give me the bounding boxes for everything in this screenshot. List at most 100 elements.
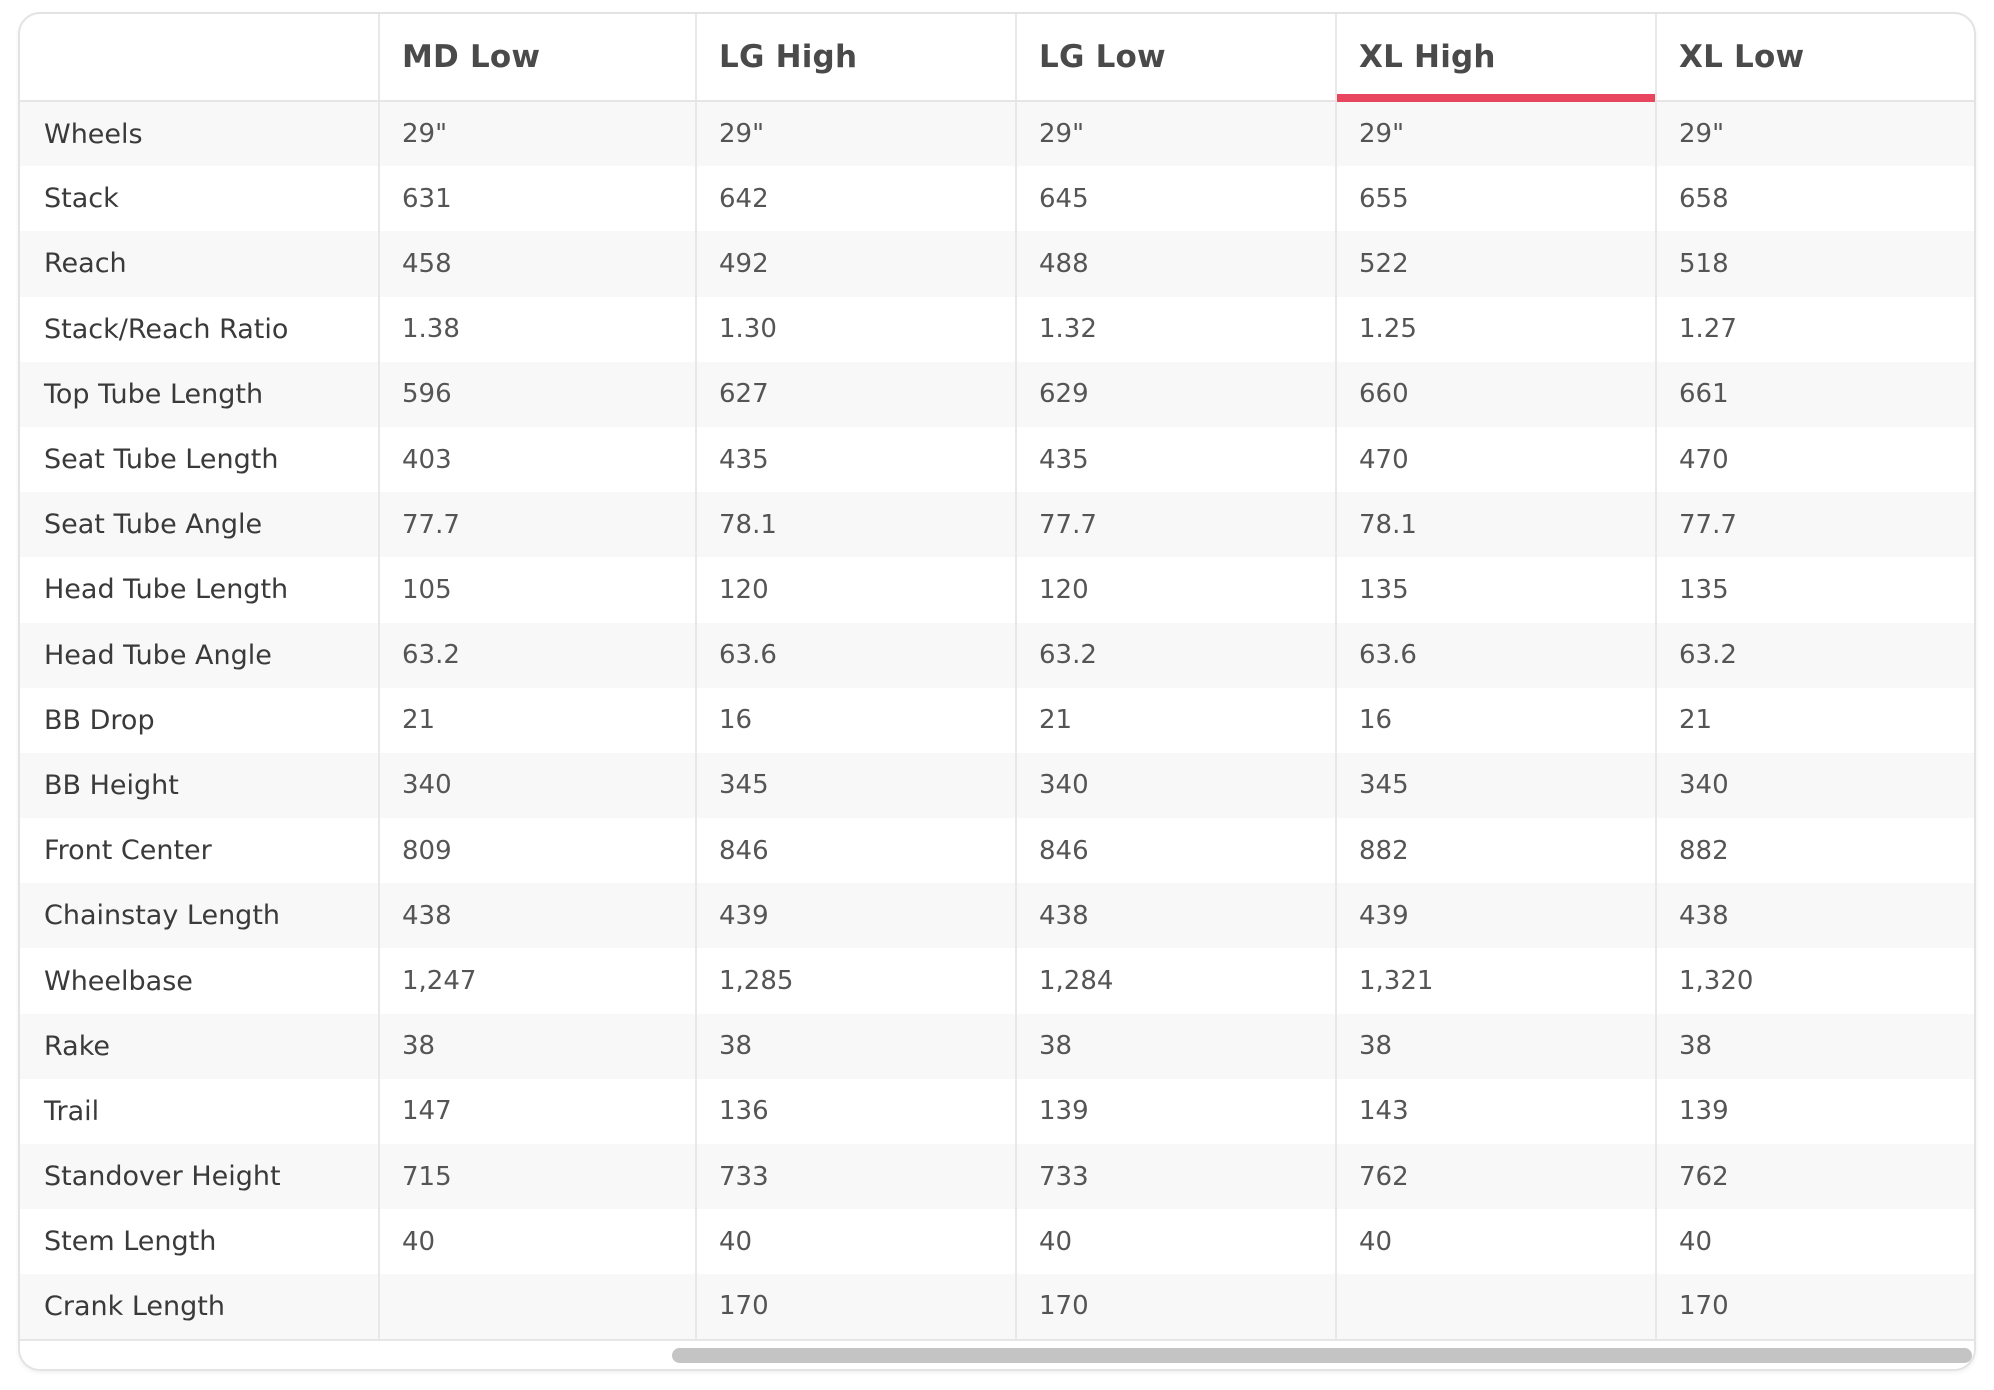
header-cell-corner <box>20 14 379 102</box>
table-cell: 38 <box>1015 1013 1336 1079</box>
table-cell: 403 <box>378 426 696 493</box>
table-cell: 38 <box>1655 1013 1974 1079</box>
table-cell: 345 <box>695 752 1016 819</box>
table-cell: 660 <box>1335 361 1656 427</box>
table-cell: 38 <box>695 1013 1016 1079</box>
table-cell: 882 <box>1335 818 1656 884</box>
table-cell: 488 <box>1015 231 1336 297</box>
table-cell: 1.38 <box>378 296 696 362</box>
row-label: Wheelbase <box>20 948 379 1014</box>
table-cell: 77.7 <box>378 492 696 558</box>
table-cell: 435 <box>695 426 1016 493</box>
table-cell: 340 <box>1655 752 1974 819</box>
table-row: BB Height 340 345 340 345 340 <box>20 752 1974 819</box>
row-label: Top Tube Length <box>20 361 379 427</box>
table-cell: 470 <box>1335 426 1656 493</box>
table-cell: 458 <box>378 231 696 297</box>
table-row: Crank Length 170 170 170 <box>20 1274 1974 1341</box>
table-cell: 762 <box>1335 1144 1656 1210</box>
table-cell: 120 <box>695 557 1016 623</box>
row-label: BB Drop <box>20 687 379 753</box>
table-cell: 135 <box>1335 557 1656 623</box>
table-cell: 1.30 <box>695 296 1016 362</box>
row-label: Stem Length <box>20 1209 379 1275</box>
table-cell: 882 <box>1655 818 1974 884</box>
row-label: Head Tube Length <box>20 557 379 623</box>
row-label: Chainstay Length <box>20 883 379 949</box>
table-cell <box>1335 1274 1656 1341</box>
row-label: Reach <box>20 231 379 297</box>
table-cell: 762 <box>1655 1144 1974 1210</box>
table-cell: 518 <box>1655 231 1974 297</box>
table-cell: 345 <box>1335 752 1656 819</box>
size-tab-md-low[interactable]: MD Low <box>378 14 696 102</box>
table-cell: 435 <box>1015 426 1336 493</box>
table-cell: 439 <box>695 883 1016 949</box>
table-cell: 1.32 <box>1015 296 1336 362</box>
table-cell: 29" <box>1335 101 1656 167</box>
row-label: Head Tube Angle <box>20 622 379 688</box>
table-cell: 438 <box>1655 883 1974 949</box>
table-cell: 147 <box>378 1078 696 1144</box>
table-row: Trail 147 136 139 143 139 <box>20 1078 1974 1144</box>
table-cell: 136 <box>695 1078 1016 1144</box>
table-cell: 1.25 <box>1335 296 1656 362</box>
table-cell: 661 <box>1655 361 1974 427</box>
table-cell: 438 <box>1015 883 1336 949</box>
table-row: Chainstay Length 438 439 438 439 438 <box>20 883 1974 949</box>
table-cell: 63.6 <box>695 622 1016 688</box>
table-cell: 40 <box>378 1209 696 1275</box>
row-label: Seat Tube Angle <box>20 492 379 558</box>
table-cell: 733 <box>695 1144 1016 1210</box>
table-cell: 40 <box>1015 1209 1336 1275</box>
table-cell: 642 <box>695 166 1016 232</box>
size-tab-lg-high[interactable]: LG High <box>695 14 1016 102</box>
table-cell: 29" <box>1015 101 1336 167</box>
table-row: Top Tube Length 596 627 629 660 661 <box>20 361 1974 427</box>
table-cell: 38 <box>1335 1013 1656 1079</box>
table-row: Reach 458 492 488 522 518 <box>20 231 1974 297</box>
table-cell: 78.1 <box>1335 492 1656 558</box>
table-row: Stack/Reach Ratio 1.38 1.30 1.32 1.25 1.27 <box>20 296 1974 362</box>
table-cell: 21 <box>1655 687 1974 753</box>
table-cell: 846 <box>695 818 1016 884</box>
horizontal-scrollbar[interactable] <box>20 1341 1974 1369</box>
table-cell: 29" <box>695 101 1016 167</box>
table-cell: 78.1 <box>695 492 1016 558</box>
size-tab-lg-low[interactable]: LG Low <box>1015 14 1336 102</box>
table-cell: 40 <box>1655 1209 1974 1275</box>
table-cell: 77.7 <box>1655 492 1974 558</box>
table-cell: 629 <box>1015 361 1336 427</box>
table-cell: 1,247 <box>378 948 696 1014</box>
table-cell: 16 <box>695 687 1016 753</box>
table-cell: 1,285 <box>695 948 1016 1014</box>
table-row: Wheels 29" 29" 29" 29" 29" <box>20 101 1974 167</box>
table-cell: 63.2 <box>378 622 696 688</box>
row-label: BB Height <box>20 752 379 819</box>
scrollbar-thumb[interactable] <box>672 1348 1972 1363</box>
row-label: Standover Height <box>20 1144 379 1210</box>
table-cell: 29" <box>378 101 696 167</box>
size-tab-xl-high[interactable]: XL High <box>1335 14 1656 102</box>
table-cell: 170 <box>1015 1274 1336 1341</box>
table-cell: 1,321 <box>1335 948 1656 1014</box>
table-cell: 170 <box>695 1274 1016 1341</box>
table-row: Seat Tube Length 403 435 435 470 470 <box>20 426 1974 493</box>
table-row: Head Tube Angle 63.2 63.6 63.2 63.6 63.2 <box>20 622 1974 688</box>
table-cell: 1,320 <box>1655 948 1974 1014</box>
table-cell: 105 <box>378 557 696 623</box>
table-cell: 1.27 <box>1655 296 1974 362</box>
size-tab-xl-low[interactable]: XL Low <box>1655 14 1974 102</box>
table-cell: 63.6 <box>1335 622 1656 688</box>
table-cell: 139 <box>1655 1078 1974 1144</box>
table-cell: 846 <box>1015 818 1336 884</box>
table-cell: 1,284 <box>1015 948 1336 1014</box>
table-cell: 522 <box>1335 231 1656 297</box>
row-label: Crank Length <box>20 1274 379 1341</box>
table-cell: 139 <box>1015 1078 1336 1144</box>
table-cell: 809 <box>378 818 696 884</box>
row-label: Front Center <box>20 818 379 884</box>
table-cell: 170 <box>1655 1274 1974 1341</box>
table-cell: 655 <box>1335 166 1656 232</box>
table-row: Standover Height 715 733 733 762 762 <box>20 1144 1974 1210</box>
